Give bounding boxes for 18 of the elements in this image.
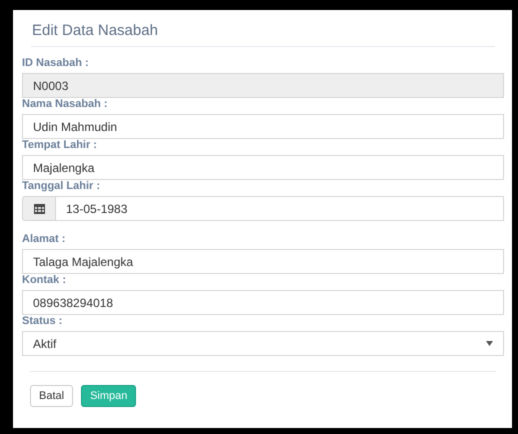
calendar-icon [34, 204, 44, 214]
date-field[interactable]: 13-05-1983 [55, 196, 504, 221]
input-field[interactable]: Talaga Majalengka [22, 249, 504, 274]
field-label: Status : [22, 315, 62, 328]
cancel-button[interactable]: Batal [30, 385, 74, 407]
form-title: Edit Data Nasabah [31, 21, 159, 41]
status-dropdown[interactable]: Aktif [22, 331, 504, 356]
input-field[interactable]: Majalengka [22, 155, 504, 180]
field-label: Nama Nasabah : [22, 98, 108, 111]
calendar-addon[interactable] [22, 196, 55, 221]
field-label: Alamat : [22, 233, 66, 246]
caret-icon [486, 341, 493, 346]
field-label: Tanggal Lahir : [22, 180, 100, 193]
field-label: Kontak : [22, 274, 66, 287]
field-label: Tempat Lahir : [22, 139, 97, 152]
input-field[interactable]: 089638294018 [22, 290, 504, 315]
input-field[interactable]: Udin Mahmudin [22, 114, 504, 139]
field-label: ID Nasabah : [22, 57, 89, 70]
